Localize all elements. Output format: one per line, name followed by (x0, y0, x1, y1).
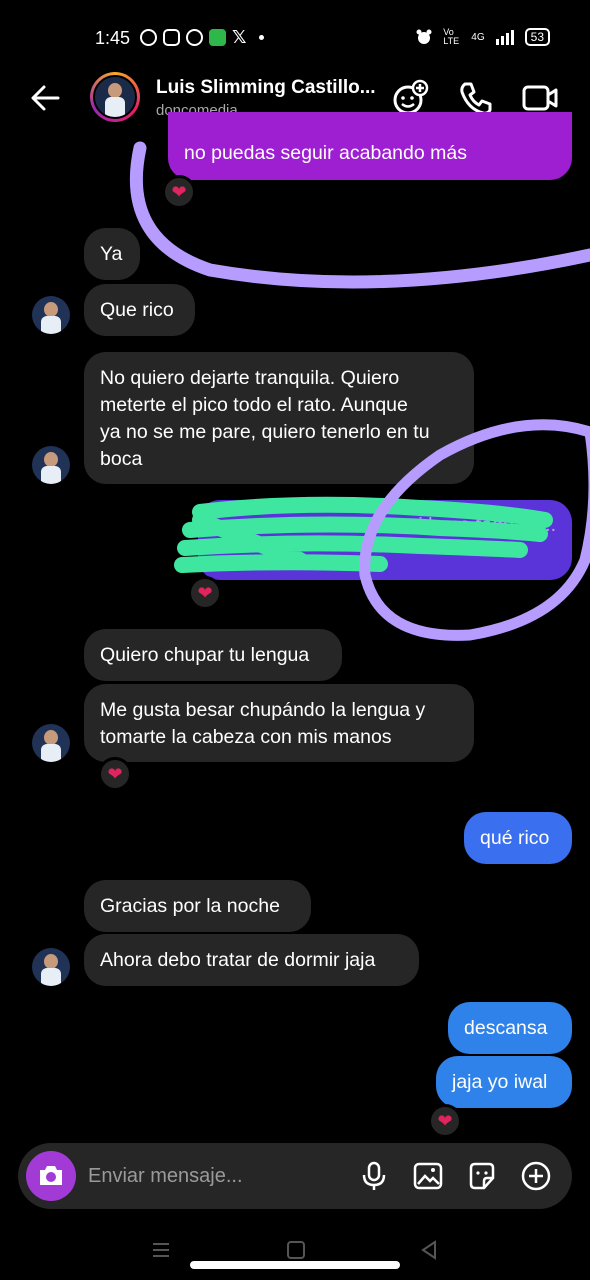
more-notifications-icon (258, 35, 264, 40)
microphone-icon[interactable] (358, 1160, 390, 1192)
sender-avatar[interactable] (32, 296, 70, 334)
message-line: tomarte la cabeza con mis manos (100, 726, 392, 748)
sender-avatar[interactable] (32, 948, 70, 986)
message-text: Ahora debo tratar de dormir jaja (100, 949, 376, 971)
message-bubble-outgoing[interactable]: jaja yo iwal (436, 1056, 572, 1108)
message-text: Ya (100, 243, 123, 265)
message-text: ...trás mi ... mi boca todo el ... (300, 514, 556, 536)
sender-avatar[interactable] (32, 724, 70, 762)
gesture-handle[interactable] (190, 1261, 400, 1269)
volte-label: Vo LTE (443, 27, 460, 46)
sticker-icon[interactable] (466, 1160, 498, 1192)
message-bubble-outgoing[interactable]: descansa (448, 1002, 572, 1054)
contact-name[interactable]: Luis Slimming Castillo... (156, 77, 376, 99)
message-line: boca (100, 448, 143, 470)
message-line: No quiero dejarte tranquila. Quiero (100, 367, 400, 389)
status-notification-icons: 𝕏 (140, 27, 264, 47)
whatsapp-icon (140, 29, 157, 46)
message-bubble-incoming[interactable]: Que rico (84, 284, 195, 336)
message-bubble-incoming[interactable]: Gracias por la noche (84, 880, 311, 932)
message-input[interactable] (88, 1161, 338, 1191)
message-line: ya no se me pare, quiero tenerlo en tu (100, 421, 430, 443)
heart-icon[interactable]: ❤ (162, 175, 196, 209)
message-text: descansa (464, 1017, 548, 1039)
plus-icon[interactable] (520, 1160, 552, 1192)
message-text: Gracias por la noche (100, 895, 280, 917)
signal-label: 4G (471, 31, 485, 43)
message-bubble-incoming[interactable]: Quiero chupar tu lengua (84, 629, 342, 681)
message-bubble-outgoing[interactable]: qué rico (464, 812, 572, 864)
back-arrow-icon[interactable] (28, 80, 64, 116)
instagram-icon (163, 29, 180, 46)
gallery-icon[interactable] (412, 1160, 444, 1192)
message-composer (18, 1143, 572, 1209)
heart-icon[interactable]: ❤ (188, 576, 222, 610)
battery-indicator: 53 (524, 28, 550, 46)
recent-apps-icon[interactable] (150, 1239, 172, 1261)
status-bar: 1:45 𝕏 Vo LTE 4G 53 (0, 0, 590, 70)
message-text: Que rico (100, 299, 174, 321)
message-line: Me gusta besar chupándo la lengua y (100, 699, 426, 721)
app-notification-icon (209, 29, 226, 46)
status-time: 1:45 (95, 28, 131, 48)
message-bubble-incoming[interactable]: Me gusta besar chupándo la lengua y toma… (84, 684, 474, 762)
system-navigation-bar (0, 1225, 590, 1280)
x-app-icon: 𝕏 (232, 27, 247, 47)
message-bubble-outgoing[interactable]: ...trás mi ... mi boca todo el ... (198, 500, 572, 580)
facebook-icon (186, 29, 203, 46)
heart-icon[interactable]: ❤ (98, 757, 132, 791)
heart-icon[interactable]: ❤ (428, 1104, 462, 1138)
camera-button[interactable] (26, 1151, 76, 1201)
message-bubble-incoming[interactable]: No quiero dejarte tranquila. Quiero mete… (84, 352, 474, 484)
message-text: Quiero chupar tu lengua (100, 644, 310, 666)
message-text: qué rico (480, 827, 550, 849)
alarm-icon (416, 29, 432, 44)
message-bubble-incoming[interactable]: Ya (84, 228, 140, 280)
home-icon[interactable] (285, 1239, 307, 1261)
signal-icon (495, 30, 514, 45)
message-text: no puedas seguir acabando más (184, 142, 467, 164)
message-line: meterte el pico todo el rato. Aunque (100, 394, 408, 416)
message-bubble-outgoing[interactable]: no puedas seguir acabando más (168, 112, 572, 180)
status-right-icons: Vo LTE 4G 53 (415, 28, 550, 46)
camera-icon (40, 1166, 62, 1185)
message-bubble-incoming[interactable]: Ahora debo tratar de dormir jaja (84, 934, 419, 986)
profile-avatar[interactable] (90, 72, 140, 122)
message-text: jaja yo iwal (452, 1071, 548, 1093)
sender-avatar[interactable] (32, 446, 70, 484)
back-nav-icon[interactable] (418, 1239, 440, 1261)
